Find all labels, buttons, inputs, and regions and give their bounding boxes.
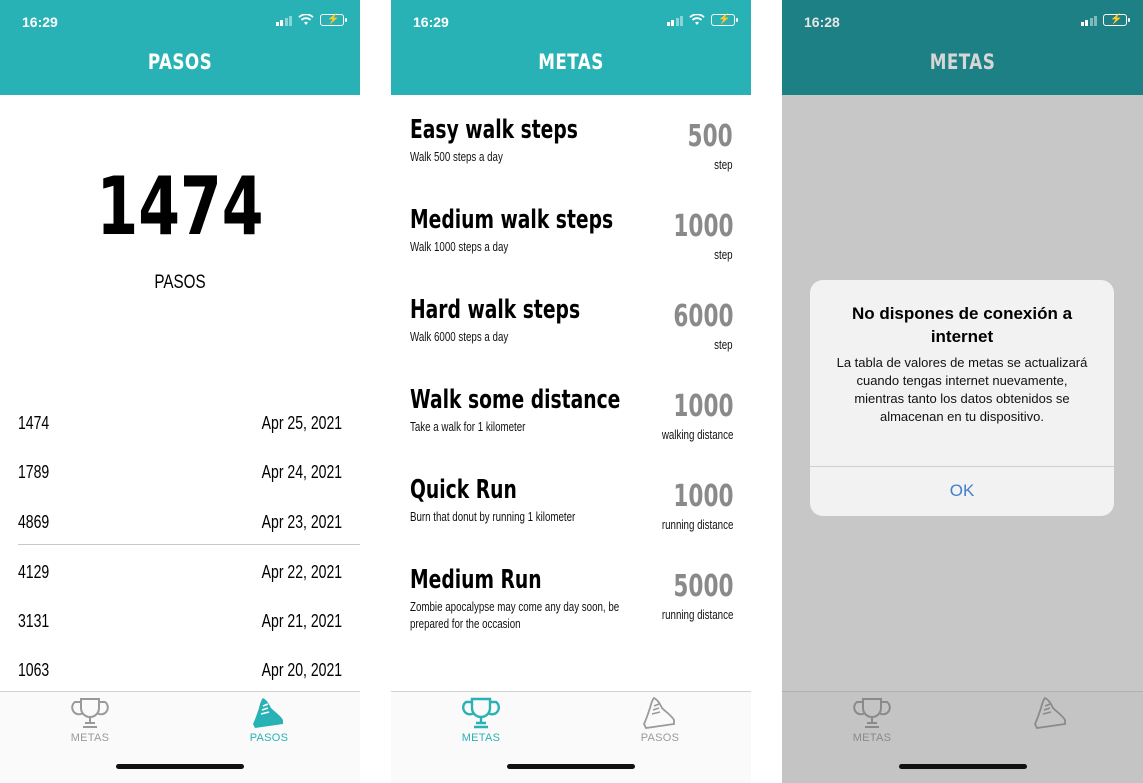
tab-bar: METAS PASOS bbox=[391, 691, 751, 783]
page-title: PASOS bbox=[147, 50, 213, 74]
trophy-icon bbox=[462, 697, 500, 729]
history-row: 1789 Apr 24, 2021 bbox=[18, 462, 342, 482]
wifi-icon bbox=[689, 14, 705, 25]
trophy-icon bbox=[71, 698, 109, 728]
goal-item[interactable]: Medium Run Zombie apocalypse may come an… bbox=[410, 565, 733, 655]
tab-metas[interactable]: METAS bbox=[421, 696, 541, 744]
shoe-icon bbox=[642, 696, 675, 729]
tab-pasos[interactable]: PASOS bbox=[209, 696, 329, 744]
metas-offline-screen: 16:28 ⚡ METAS No dispones de conexión a … bbox=[782, 0, 1143, 783]
trophy-icon bbox=[853, 698, 891, 728]
page-title: METAS bbox=[929, 50, 996, 74]
shoe-icon bbox=[253, 698, 283, 728]
goal-item[interactable]: Medium walk steps Walk 1000 steps a day … bbox=[410, 205, 733, 295]
status-icons: ⚡ bbox=[666, 14, 738, 26]
signal-icon bbox=[1080, 15, 1097, 26]
status-time: 16:29 bbox=[413, 14, 449, 30]
tab-metas[interactable]: METAS bbox=[812, 696, 932, 744]
ok-button[interactable]: OK bbox=[810, 466, 1114, 516]
battery-icon: ⚡ bbox=[320, 14, 347, 26]
history-row: 4869 Apr 23, 2021 bbox=[18, 512, 342, 532]
home-indicator bbox=[116, 764, 244, 769]
goal-title: Easy walk steps bbox=[410, 115, 578, 145]
battery-icon: ⚡ bbox=[711, 14, 738, 26]
tab-bar: METAS bbox=[782, 691, 1143, 783]
goal-description: Burn that donut by running 1 kilometer bbox=[410, 509, 576, 524]
goal-title: Quick Run bbox=[410, 475, 517, 505]
tab-bar: METAS PASOS bbox=[0, 691, 360, 783]
goal-unit: step bbox=[714, 247, 733, 262]
alert-title: No dispones de conexión a internet bbox=[851, 304, 1073, 346]
home-indicator bbox=[898, 764, 1027, 769]
status-icons: ⚡ bbox=[275, 14, 347, 26]
tab-label: METAS bbox=[852, 732, 892, 744]
tab-label: PASOS bbox=[249, 732, 289, 744]
page-title: METAS bbox=[538, 50, 604, 74]
tab-label: PASOS bbox=[640, 732, 680, 744]
goal-unit: step bbox=[714, 157, 733, 172]
goal-value: 1000 bbox=[672, 479, 733, 514]
goal-description: Walk 6000 steps a day bbox=[410, 329, 509, 344]
home-indicator bbox=[507, 764, 635, 769]
header: 16:29 ⚡ PASOS bbox=[0, 0, 360, 95]
shoe-icon bbox=[1033, 696, 1066, 729]
today-steps: 1474 bbox=[96, 160, 264, 253]
goal-unit: step bbox=[714, 337, 733, 352]
history-row: 1063 Apr 20, 2021 bbox=[18, 660, 342, 680]
goal-description: Walk 500 steps a day bbox=[410, 149, 503, 164]
signal-icon bbox=[666, 15, 683, 26]
goal-title: Medium Run bbox=[410, 565, 542, 595]
header: 16:28 ⚡ METAS bbox=[782, 0, 1143, 95]
today-steps-label: PASOS bbox=[154, 272, 206, 293]
goal-description: Walk 1000 steps a day bbox=[410, 239, 509, 254]
history-row: 1474 Apr 25, 2021 bbox=[18, 413, 342, 433]
goal-description: Take a walk for 1 kilometer bbox=[410, 419, 526, 434]
goal-item[interactable]: Hard walk steps Walk 6000 steps a day 60… bbox=[410, 295, 733, 385]
goal-description: Zombie apocalypse may come any day soon,… bbox=[410, 599, 620, 631]
goal-value: 1000 bbox=[672, 209, 733, 244]
alert-message: La tabla de valores de metas se actualiz… bbox=[836, 355, 1088, 424]
metas-screen: 16:29 ⚡ METAS Easy walk steps Walk 500 s… bbox=[391, 0, 751, 783]
tab-label: METAS bbox=[461, 732, 501, 744]
goal-title: Medium walk steps bbox=[410, 205, 614, 235]
status-time: 16:29 bbox=[22, 14, 58, 30]
signal-icon bbox=[275, 15, 292, 26]
divider bbox=[18, 544, 360, 545]
goal-unit: running distance bbox=[661, 607, 733, 622]
battery-icon: ⚡ bbox=[1103, 14, 1130, 26]
goal-title: Hard walk steps bbox=[410, 295, 581, 325]
goal-title: Walk some distance bbox=[410, 385, 621, 415]
tab-pasos[interactable]: PASOS bbox=[600, 696, 720, 744]
status-time: 16:28 bbox=[804, 14, 840, 30]
tab-label: METAS bbox=[70, 732, 110, 744]
goal-item[interactable]: Quick Run Burn that donut by running 1 k… bbox=[410, 475, 733, 565]
history-row: 3131 Apr 21, 2021 bbox=[18, 611, 342, 631]
goal-item[interactable]: Walk some distance Take a walk for 1 kil… bbox=[410, 385, 733, 475]
pasos-screen: 16:29 ⚡ PASOS 1474 PASOS 1474 Apr 25, 202… bbox=[0, 0, 360, 783]
history-row: 4129 Apr 22, 2021 bbox=[18, 562, 342, 582]
goal-value: 500 bbox=[687, 119, 733, 154]
goal-unit: running distance bbox=[661, 517, 733, 532]
goal-item[interactable]: Easy walk steps Walk 500 steps a day 500… bbox=[410, 115, 733, 205]
goal-unit: walking distance bbox=[661, 427, 733, 442]
tab-metas[interactable]: METAS bbox=[30, 696, 150, 744]
goal-value: 6000 bbox=[672, 299, 733, 334]
header: 16:29 ⚡ METAS bbox=[391, 0, 751, 95]
wifi-icon bbox=[298, 14, 314, 25]
alert-dialog: No dispones de conexión a internet La ta… bbox=[810, 280, 1114, 516]
goal-value: 1000 bbox=[672, 389, 733, 424]
status-icons: ⚡ bbox=[1080, 14, 1130, 26]
tab-pasos[interactable] bbox=[991, 696, 1111, 732]
goal-value: 5000 bbox=[672, 569, 733, 604]
